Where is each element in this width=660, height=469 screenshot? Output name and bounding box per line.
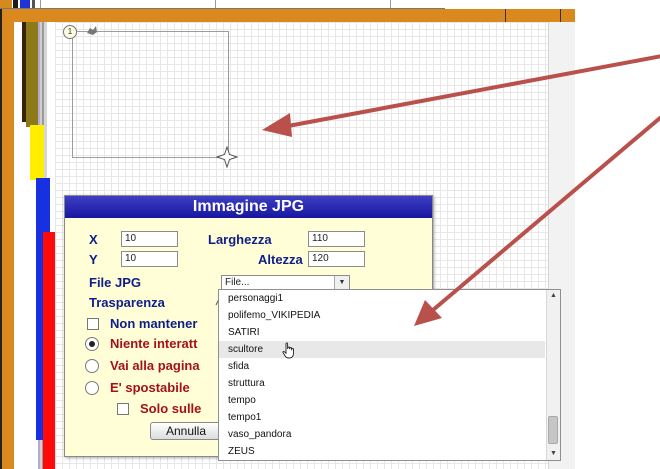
lock-icon[interactable] [85,24,99,43]
dialog-title: Immagine JPG [65,196,432,218]
top-color-gray [32,0,35,8]
left-bar-yellow [30,125,44,180]
hand-cursor-icon [282,342,296,364]
dropdown-option[interactable]: struttura [219,375,545,392]
only-on-label: Solo sulle [140,401,202,416]
width-label: Larghezza [208,232,272,247]
transparency-label: Trasparenza [89,295,165,310]
height-input[interactable]: 120 [308,251,365,267]
cancel-button[interactable]: Annulla [150,422,222,440]
scroll-down-icon[interactable]: ▼ [547,448,560,460]
frame-top-bar [0,9,575,22]
left-bar-olive [26,22,38,127]
chevron-down-icon[interactable]: ▼ [334,276,349,290]
file-select-value: File... [225,277,250,288]
top-tick [215,0,216,8]
top-color-black [13,0,18,8]
keep-ratio-label: Non mantener [110,316,198,331]
scroll-up-icon[interactable]: ▲ [547,290,560,302]
goto-page-label: Vai alla pagina [110,358,200,373]
left-bar-red [43,232,55,469]
dropdown-option[interactable]: tempo [219,392,545,409]
top-color-blue [20,0,30,8]
top-color-orange [0,0,12,8]
y-input[interactable]: 10 [121,251,178,267]
no-interaction-label: Niente interatt [110,336,198,351]
frame-left-edge [0,9,2,469]
top-strip [0,0,660,9]
dropdown-option[interactable]: tempo1 [219,409,545,426]
movable-radio[interactable] [85,381,99,395]
keep-ratio-checkbox[interactable] [87,318,99,330]
resize-handle-icon[interactable] [215,145,239,173]
x-label: X [89,232,98,247]
left-gap [14,22,22,469]
frame-left-bar [0,9,14,469]
dropdown-option[interactable]: polifemo_VIKIPEDIA [219,307,545,324]
scrollbar-thumb[interactable] [548,416,558,444]
frame-top-separator [505,9,506,22]
x-input[interactable]: 10 [121,231,178,247]
y-label: Y [89,252,98,267]
file-label: File JPG [89,275,142,290]
file-dropdown-list[interactable]: personaggi1 polifemo_VIKIPEDIA SATIRI sc… [218,289,561,461]
goto-page-radio[interactable] [85,359,99,373]
dropdown-option[interactable]: vaso_pandora [219,426,545,443]
dropdown-option-highlighted[interactable]: scultore [219,341,545,358]
no-interaction-radio[interactable] [85,337,99,351]
dropdown-option[interactable]: ZEUS [219,443,545,460]
dropdown-option[interactable]: personaggi1 [219,290,545,307]
width-input[interactable]: 110 [308,231,365,247]
only-on-checkbox[interactable] [117,403,129,415]
dropdown-option[interactable]: SATIRI [219,324,545,341]
image-placeholder-box[interactable] [72,31,229,158]
height-label: Altezza [258,252,303,267]
dropdown-scrollbar[interactable]: ▲ ▼ [546,290,560,460]
top-tick [390,0,391,8]
order-badge: 1 [63,25,77,39]
dropdown-option[interactable]: sfida [219,358,545,375]
top-tick [40,0,41,8]
movable-label: E' spostabile [110,380,190,395]
frame-top-separator [560,9,561,22]
